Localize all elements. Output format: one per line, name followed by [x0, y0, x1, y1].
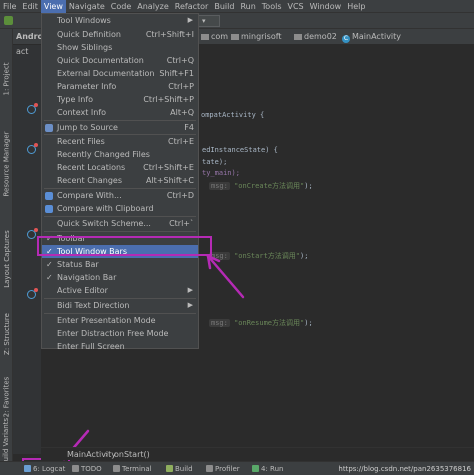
- code-line: ty_main);: [202, 169, 240, 177]
- breadcrumb-com[interactable]: com: [201, 32, 228, 41]
- menu-item-status-bar[interactable]: ✓ Status Bar: [42, 258, 198, 271]
- menu-item-recent-changes[interactable]: Recent Changes Alt+Shift+C: [42, 174, 198, 187]
- tool-window-layout-captures[interactable]: Layout Captures: [0, 219, 13, 299]
- jump-to-source-icon: [45, 124, 53, 132]
- check-icon: ✓: [46, 260, 53, 269]
- menu-item-compare-with-clipboard[interactable]: Compare with Clipboard: [42, 202, 198, 215]
- menu-item-recently-changed-files[interactable]: Recently Changed Files: [42, 148, 198, 161]
- menu-item-bidi-text-direction[interactable]: Bidi Text Direction ▶: [42, 299, 198, 312]
- override-gutter-icon[interactable]: [27, 143, 38, 154]
- menu-item-jump-to-source[interactable]: Jump to Source F4: [42, 121, 198, 134]
- terminal-icon: [113, 465, 120, 472]
- menu-item-parameter-info[interactable]: Parameter Info Ctrl+P: [42, 80, 198, 93]
- menu-item-full-screen[interactable]: Enter Full Screen: [42, 340, 198, 353]
- menu-item-compare-with[interactable]: Compare With... Ctrl+D: [42, 189, 198, 202]
- menu-build[interactable]: Build: [211, 0, 237, 13]
- editor-breadcrumb: MainActivity › onStart(): [41, 447, 474, 460]
- menu-refactor[interactable]: Refactor: [172, 0, 212, 13]
- menu-file[interactable]: File: [0, 0, 19, 13]
- code-line: msg: "onResume方法调用");: [209, 319, 313, 327]
- menu-item-show-siblings[interactable]: Show Siblings: [42, 41, 198, 54]
- submenu-arrow-icon: ▶: [187, 16, 193, 24]
- tab-run[interactable]: 4: Run: [252, 462, 283, 475]
- code-line: msg: "onCreate方法调用");: [209, 182, 313, 190]
- highlight-annotation-box: [37, 236, 212, 256]
- menu-item-active-editor[interactable]: Active Editor ▶: [42, 284, 198, 297]
- menu-analyze[interactable]: Analyze: [134, 0, 172, 13]
- folder-icon: [231, 34, 239, 40]
- bottom-tool-window-bar: 6: Logcat TODO Terminal Build Profiler 4…: [0, 461, 474, 475]
- folder-icon: [201, 34, 209, 40]
- watermark-url: https://blog.csdn.net/pan2635376816: [338, 465, 471, 473]
- menu-item-type-info[interactable]: Type Info Ctrl+Shift+P: [42, 93, 198, 106]
- code-line: msg: "onStart方法调用");: [209, 252, 309, 260]
- check-icon: ✓: [46, 273, 53, 282]
- menu-view[interactable]: View: [40, 0, 66, 13]
- menu-tools[interactable]: Tools: [259, 0, 285, 13]
- code-line: ompatActivity {: [201, 111, 265, 119]
- logcat-icon: [24, 465, 31, 472]
- compare-icon: [45, 192, 53, 200]
- breadcrumb-method[interactable]: onStart(): [114, 448, 150, 461]
- breadcrumb-demo02[interactable]: demo02: [294, 32, 337, 41]
- tab-logcat[interactable]: 6: Logcat: [24, 462, 65, 475]
- tab-build[interactable]: Build: [166, 462, 193, 475]
- tool-window-project[interactable]: 1: Project: [0, 49, 13, 109]
- menu-item-presentation-mode[interactable]: Enter Presentation Mode: [42, 314, 198, 327]
- menu-vcs[interactable]: VCS: [285, 0, 307, 13]
- menu-code[interactable]: Code: [108, 0, 134, 13]
- menu-item-context-info[interactable]: Context Info Alt+Q: [42, 106, 198, 119]
- menu-item-external-documentation[interactable]: External Documentation Shift+F1: [42, 67, 198, 80]
- left-tool-window-bar: 1: Project Resource Manager Layout Captu…: [0, 29, 13, 466]
- breadcrumb-class[interactable]: MainActivity: [67, 448, 116, 461]
- override-gutter-icon[interactable]: [27, 288, 38, 299]
- menu-help[interactable]: Help: [344, 0, 368, 13]
- menu-edit[interactable]: Edit: [19, 0, 41, 13]
- code-line: tate);: [202, 158, 228, 166]
- tab-todo[interactable]: TODO: [72, 462, 102, 475]
- breadcrumb-mingrisoft[interactable]: mingrisoft: [231, 32, 282, 41]
- submenu-arrow-icon: ▶: [187, 286, 193, 294]
- tool-window-structure[interactable]: Z: Structure: [0, 304, 13, 364]
- list-icon: [72, 465, 79, 472]
- tab-terminal[interactable]: Terminal: [113, 462, 152, 475]
- menu-item-distraction-free-mode[interactable]: Enter Distraction Free Mode: [42, 327, 198, 340]
- menu-bar: File Edit View Navigate Code Analyze Ref…: [0, 0, 474, 13]
- project-folder-icon[interactable]: [4, 16, 13, 25]
- tool-window-resource-manager[interactable]: Resource Manager: [0, 119, 13, 209]
- view-menu-dropdown: Tool Windows ▶ Quick Definition Ctrl+Shift…: [41, 13, 199, 351]
- code-line: edInstanceState) {: [202, 146, 278, 154]
- menu-item-quick-switch-scheme[interactable]: Quick Switch Scheme... Ctrl+`: [42, 217, 198, 230]
- profiler-icon: [206, 465, 213, 472]
- menu-run[interactable]: Run: [237, 0, 258, 13]
- menu-item-quick-documentation[interactable]: Quick Documentation Ctrl+Q: [42, 54, 198, 67]
- override-gutter-icon[interactable]: [27, 103, 38, 114]
- menu-item-tool-windows[interactable]: Tool Windows ▶: [42, 14, 198, 27]
- menu-item-recent-files[interactable]: Recent Files Ctrl+E: [42, 135, 198, 148]
- tab-profiler[interactable]: Profiler: [206, 462, 240, 475]
- run-icon: [252, 465, 259, 472]
- override-gutter-icon[interactable]: [27, 228, 38, 239]
- submenu-arrow-icon: ▶: [187, 301, 193, 309]
- menu-item-recent-locations[interactable]: Recent Locations Ctrl+Shift+E: [42, 161, 198, 174]
- project-panel-title[interactable]: Androi: [13, 29, 41, 45]
- menu-navigate[interactable]: Navigate: [66, 0, 108, 13]
- menu-item-quick-definition[interactable]: Quick Definition Ctrl+Shift+I: [42, 28, 198, 41]
- editor-gutter: [13, 59, 41, 454]
- hammer-icon: [166, 465, 173, 472]
- editor-file-tab[interactable]: act: [13, 45, 41, 59]
- menu-window[interactable]: Window: [307, 0, 345, 13]
- run-config-selector[interactable]: ▾: [198, 15, 220, 27]
- compare-clipboard-icon: [45, 205, 53, 213]
- folder-icon: [294, 34, 302, 40]
- class-icon: C: [342, 35, 350, 43]
- breadcrumb-mainactivity[interactable]: C MainActivity: [342, 32, 401, 43]
- menu-item-navigation-bar[interactable]: ✓ Navigation Bar: [42, 271, 198, 284]
